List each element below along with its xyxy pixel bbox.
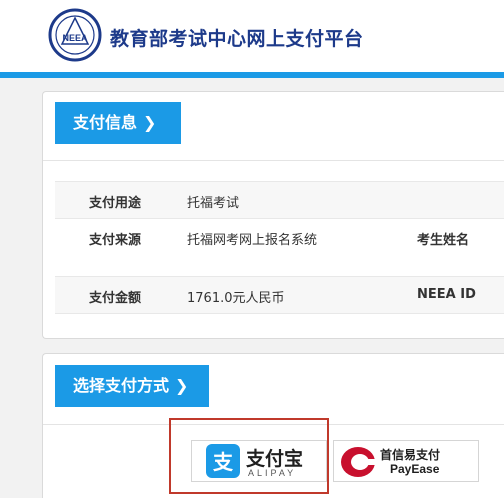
purpose-label: 支付用途 <box>89 196 142 211</box>
info-row-amount: 支付金额 1761.0元人民币 NEEA ID <box>55 276 504 314</box>
alipay-brand-text: 支付宝 <box>246 448 304 470</box>
alipay-option[interactable]: 支 支付宝 ALIPAY <box>191 440 327 482</box>
neea-logo-icon: NEEA <box>48 8 102 62</box>
source-label: 支付来源 <box>89 233 142 248</box>
header-accent-line <box>0 72 504 78</box>
payease-icon <box>341 447 376 477</box>
purpose-value: 托福考试 <box>187 196 240 211</box>
divider <box>43 160 504 161</box>
alipay-icon: 支 <box>206 444 240 478</box>
chevron-right-icon: ❯ <box>175 376 189 395</box>
payment-info-section-label[interactable]: 支付信息 ❯ <box>55 102 181 144</box>
site-header: NEEA 教育部考试中心网上支付平台 <box>0 0 504 72</box>
neea-id-label: NEEA ID <box>417 287 476 302</box>
info-row-source: 支付来源 托福网考网上报名系统 考生姓名 <box>55 219 504 257</box>
source-value: 托福网考网上报名系统 <box>187 233 318 248</box>
amount-label: 支付金额 <box>89 291 142 306</box>
amount-value: 1761.0元人民币 <box>187 291 285 306</box>
chevron-right-icon: ❯ <box>143 113 157 132</box>
payment-method-panel: 选择支付方式 ❯ 支 支付宝 ALIPAY 首信易支付 PayEase <box>42 353 504 498</box>
payease-option[interactable]: 首信易支付 PayEase <box>333 440 479 482</box>
alipay-sub-text: ALIPAY <box>248 468 297 478</box>
payment-info-panel: 支付信息 ❯ 支付用途 托福考试 支付来源 托福网考网上报名系统 考生姓名 支付金… <box>42 91 504 339</box>
site-title: 教育部考试中心网上支付平台 <box>110 28 364 50</box>
info-row-purpose: 支付用途 托福考试 <box>55 181 504 219</box>
candidate-name-label: 考生姓名 <box>417 233 470 248</box>
svg-text:支: 支 <box>213 450 234 474</box>
payease-sub-text: PayEase <box>390 462 440 476</box>
svg-text:NEEA: NEEA <box>62 33 88 43</box>
payment-method-section-label[interactable]: 选择支付方式 ❯ <box>55 365 209 407</box>
payease-brand-text: 首信易支付 <box>380 448 441 462</box>
